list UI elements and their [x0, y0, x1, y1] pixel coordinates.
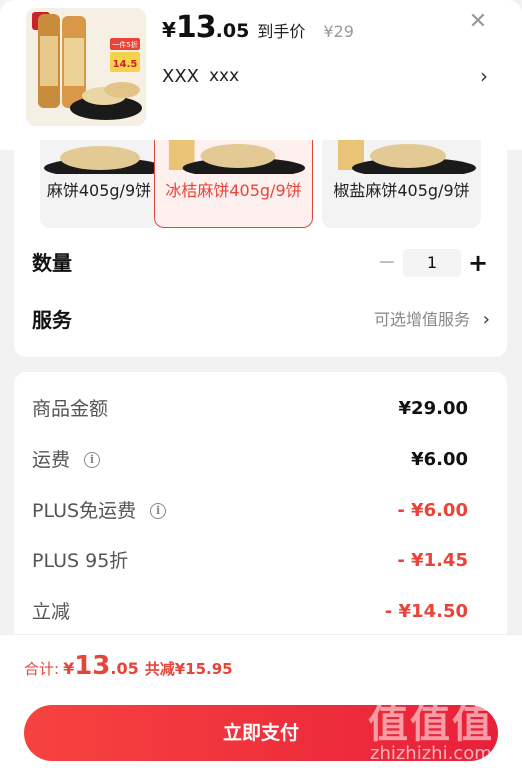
service-row[interactable]: 服务 可选增值服务 › [32, 305, 492, 335]
product-thumbnail: 一件5折 14.5 [26, 8, 146, 126]
cost-label: PLUS免运费 i [32, 496, 167, 526]
cost-label: 运费 i [32, 445, 101, 475]
variant-option[interactable]: 麻饼405g/9饼 [40, 140, 158, 228]
thumb-badge-top: 一件5折 [112, 40, 137, 49]
variant-option-selected[interactable]: 冰桔麻饼405g/9饼 [154, 140, 313, 228]
quantity-value[interactable]: 1 [403, 249, 461, 277]
price-decimal: .05 [215, 20, 250, 42]
quantity-increase-button[interactable]: + [466, 248, 490, 278]
total-discount: 共减¥15.95 [144, 660, 233, 678]
cost-row-goods: 商品金额 ¥29.00 [32, 394, 468, 424]
total-row: 合计: ¥ 13 .05 共减¥15.95 [24, 651, 233, 685]
sku-primary: XXX [162, 65, 199, 87]
close-icon[interactable]: ✕ [466, 10, 490, 34]
total-label: 合计: [24, 660, 60, 678]
total-integer: 13 [74, 651, 111, 681]
sku-selector[interactable]: XXX xxx › [162, 62, 492, 90]
info-icon[interactable]: i [84, 452, 101, 468]
quantity-label: 数量 [32, 251, 72, 275]
price-currency: ¥ [162, 18, 176, 42]
cost-label: 立减 [32, 601, 71, 623]
cost-row-instant-discount: 立减 - ¥14.50 [32, 597, 468, 627]
cost-value: - ¥6.00 [397, 500, 468, 521]
total-decimal: .05 [110, 659, 139, 678]
cost-value: ¥6.00 [411, 449, 468, 470]
variant-image [40, 140, 158, 174]
cost-value: ¥29.00 [398, 398, 468, 419]
service-value: 可选增值服务 [373, 310, 470, 329]
variant-list: 麻饼405g/9饼 冰桔麻饼405g/9饼 椒盐麻饼405g/9饼 [14, 140, 507, 230]
watermark: 值值值 zhizhizhi.com [368, 691, 518, 768]
variant-image [155, 140, 312, 174]
quantity-row: 数量 − 1 + [32, 248, 492, 278]
info-icon[interactable]: i [150, 503, 167, 519]
variant-label: 冰桔麻饼405g/9饼 [165, 181, 302, 200]
cost-row-plus-shipping: PLUS免运费 i - ¥6.00 [32, 496, 468, 526]
price-tag: 到手价 [257, 22, 306, 41]
options-panel: 麻饼405g/9饼 冰桔麻饼405g/9饼 椒盐麻饼405g/9饼 数量 − 1 [14, 140, 507, 357]
total-currency: ¥ [63, 659, 75, 678]
cost-value: - ¥14.50 [384, 601, 468, 622]
variant-label: 麻饼405g/9饼 [46, 181, 152, 200]
sku-secondary: xxx [209, 66, 240, 86]
cost-row-shipping: 运费 i ¥6.00 [32, 445, 468, 475]
cost-value: - ¥1.45 [397, 550, 468, 571]
variant-option[interactable]: 椒盐麻饼405g/9饼 [322, 140, 481, 228]
price-row: ¥ 13 .05 到手价 ¥29 [162, 10, 354, 45]
cost-breakdown: 商品金额 ¥29.00 运费 i ¥6.00 PLUS免运费 i - ¥6.00 P… [14, 372, 507, 634]
quantity-decrease-button[interactable]: − [375, 248, 399, 278]
variant-image [322, 140, 481, 174]
cost-label: 商品金额 [32, 398, 109, 420]
thumb-badge-value: 14.5 [113, 59, 138, 70]
watermark-text: zhizhizhi.com [370, 743, 492, 764]
watermark-logo: 值值值 [368, 701, 494, 747]
service-label: 服务 [32, 308, 72, 332]
original-price: ¥29 [323, 22, 354, 41]
chevron-right-icon: › [482, 309, 490, 330]
chevron-right-icon: › [480, 64, 488, 88]
cost-label: PLUS 95折 [32, 550, 129, 572]
product-header: 一件5折 14.5 ¥ 13 .05 到手价 ¥29 ✕ XXX xxx › [0, 0, 522, 150]
cost-row-plus-discount: PLUS 95折 - ¥1.45 [32, 546, 468, 576]
price-integer: 13 [175, 10, 217, 45]
checkout-footer: 合计: ¥ 13 .05 共减¥15.95 立即支付 值值值 zhizhizhi… [0, 634, 522, 768]
variant-label: 椒盐麻饼405g/9饼 [333, 181, 470, 200]
